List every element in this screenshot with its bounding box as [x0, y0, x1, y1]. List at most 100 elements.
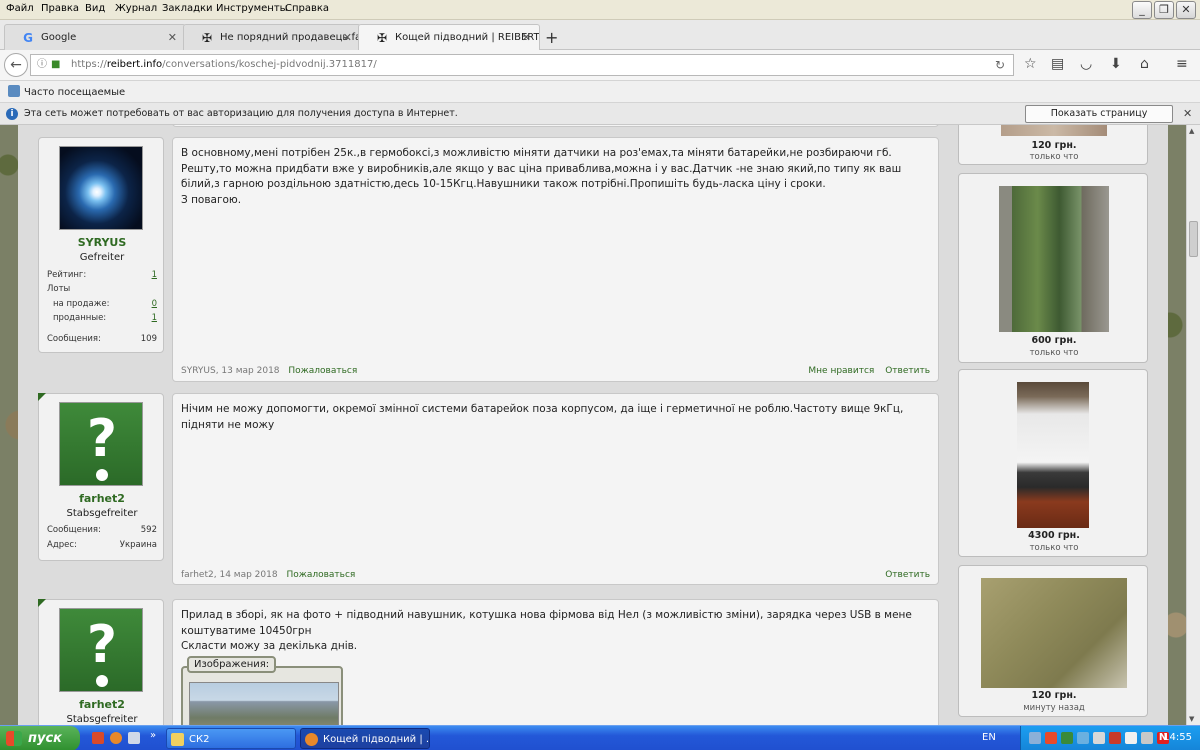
menu-file[interactable]: Файл — [6, 3, 34, 14]
sidebar-lot[interactable]: 600 грн. только что — [958, 173, 1148, 363]
reply-link[interactable]: Ответить — [885, 366, 930, 376]
menu-tools[interactable]: Инструменты — [216, 3, 288, 14]
lot-thumbnail[interactable] — [1017, 382, 1089, 528]
info-icon[interactable]: ⓘ — [37, 55, 47, 75]
attachment-thumbnail[interactable] — [189, 682, 339, 725]
message-text: В основному,мені потрібен 25к.,в гермобо… — [181, 147, 902, 206]
sidebar-lot[interactable]: 120 грн. минуту назад — [958, 565, 1148, 717]
firefox-icon[interactable] — [110, 732, 122, 744]
info-icon: i — [6, 108, 18, 120]
scroll-up-icon[interactable]: ▲ — [1189, 127, 1194, 135]
menu-history[interactable]: Журнал — [115, 3, 157, 14]
tray-icon[interactable] — [1109, 732, 1121, 744]
message-post: ? farhet2 Stabsgefreiter Прилад в зборі,… — [26, 597, 941, 725]
vertical-scrollbar[interactable]: ▲ ▼ — [1186, 125, 1200, 725]
lot-time: только что — [1029, 152, 1079, 162]
tray-icon[interactable] — [1141, 732, 1153, 744]
bookmark-most-visited[interactable]: Часто посещаемые — [8, 85, 125, 98]
download-icon[interactable]: ⬇ — [1110, 56, 1122, 72]
url-text: https://reibert.info/conversations/kosch… — [71, 59, 377, 70]
new-tab-icon[interactable]: + — [545, 28, 558, 47]
tray-icon[interactable] — [1061, 732, 1073, 744]
avatar[interactable] — [59, 146, 143, 230]
tab-label: Кощей підводний | REIBERT.... — [395, 32, 540, 43]
close-tab-icon[interactable]: ✕ — [168, 31, 177, 44]
start-button[interactable]: пуск — [0, 726, 80, 750]
post-date[interactable]: 13 мар 2018 — [221, 366, 279, 376]
attachments-label: Изображения: — [187, 656, 277, 673]
message-actions: Мне нравится Ответить — [800, 366, 930, 376]
scroll-down-icon[interactable]: ▼ — [1189, 715, 1194, 723]
report-link[interactable]: Пожаловаться — [288, 366, 357, 376]
tray-icon[interactable] — [1029, 732, 1041, 744]
close-tab-icon[interactable]: ✕ — [522, 31, 531, 44]
tab-label: Google — [41, 32, 77, 43]
address-bar[interactable]: ⓘ ■ https://reibert.info/conversations/k… — [30, 54, 1014, 76]
menu-view[interactable]: Вид — [85, 3, 105, 14]
lot-thumbnail[interactable] — [981, 578, 1127, 688]
default-avatar-icon[interactable]: ? — [59, 402, 143, 486]
menu-edit[interactable]: Правка — [41, 3, 79, 14]
clock[interactable]: 14:55 — [1163, 732, 1192, 743]
lot-time: только что — [1029, 348, 1079, 358]
show-login-page-button[interactable]: Показать страницу авторизации — [1025, 105, 1173, 135]
message-meta: farhet2, 14 мар 2018 Пожаловаться — [181, 570, 356, 580]
tray-icon[interactable] — [1045, 732, 1057, 744]
reload-icon[interactable]: ↻ — [995, 55, 1005, 75]
reading-list-icon[interactable]: ▤ — [1051, 56, 1064, 72]
star-icon[interactable]: ☆ — [1024, 56, 1037, 72]
home-icon[interactable]: ⌂ — [1140, 56, 1149, 72]
staff-corner-marker — [38, 599, 46, 607]
tab-label: Не порядний продавець far... — [220, 32, 361, 43]
lock-icon[interactable]: ■ — [51, 55, 60, 75]
sidebar-lot[interactable]: 4300 грн. только что — [958, 369, 1148, 557]
back-arrow-icon[interactable]: ← — [4, 53, 28, 77]
minimize-icon[interactable]: _ — [1132, 1, 1152, 19]
menu-help[interactable]: Справка — [285, 3, 329, 14]
google-icon: G — [23, 31, 33, 45]
tab-conversation[interactable]: ✠ Кощей підводний | REIBERT.... ✕ — [358, 24, 540, 51]
tab-seller[interactable]: ✠ Не порядний продавець far... ✕ — [183, 24, 361, 50]
taskbar-window-folder[interactable]: СК2 — [166, 728, 296, 749]
stat-lots: Лоты — [47, 284, 71, 294]
expand-icon[interactable]: » — [150, 730, 156, 741]
username[interactable]: SYRYUS — [39, 236, 165, 249]
stat-messages: Сообщения: 109 — [47, 334, 157, 344]
author-link[interactable]: SYRYUS — [181, 366, 216, 376]
quicklaunch-icon[interactable] — [92, 732, 104, 744]
user-card: ? farhet2 Stabsgefreiter — [38, 599, 164, 725]
language-indicator[interactable]: EN — [982, 732, 996, 743]
taskbar-window-firefox[interactable]: Кощей підводний | ... — [300, 728, 430, 749]
lot-thumbnail[interactable] — [1001, 125, 1107, 136]
tray-icon[interactable] — [1125, 732, 1137, 744]
tab-google[interactable]: G Google ✕ — [4, 24, 186, 50]
menu-hamburger-icon[interactable]: ≡ — [1176, 56, 1188, 72]
tray-icon[interactable] — [1093, 732, 1105, 744]
menu-bookmarks[interactable]: Закладки — [162, 3, 213, 14]
username[interactable]: farhet2 — [39, 698, 165, 711]
restore-icon[interactable]: ❐ — [1154, 1, 1174, 19]
iron-cross-icon: ✠ — [376, 31, 388, 45]
close-tab-icon[interactable]: ✕ — [343, 31, 352, 44]
author-link[interactable]: farhet2 — [181, 570, 214, 580]
lot-price: 600 грн. — [1031, 335, 1077, 346]
report-link[interactable]: Пожаловаться — [286, 570, 355, 580]
message-body: В основному,мені потрібен 25к.,в гермобо… — [172, 137, 939, 382]
lot-price: 120 грн. — [1031, 140, 1077, 151]
close-window-icon[interactable]: ✕ — [1176, 1, 1196, 19]
lot-thumbnail[interactable] — [999, 186, 1109, 332]
close-icon[interactable]: ✕ — [1183, 107, 1192, 120]
post-date[interactable]: 14 мар 2018 — [219, 570, 277, 580]
username[interactable]: farhet2 — [39, 492, 165, 505]
reply-link[interactable]: Ответить — [885, 570, 930, 580]
quicklaunch-icon[interactable] — [128, 732, 140, 744]
scroll-thumb[interactable] — [1189, 221, 1198, 257]
default-avatar-icon[interactable]: ? — [59, 608, 143, 692]
like-link[interactable]: Мне нравится — [808, 366, 874, 376]
sidebar-lot[interactable]: 120 грн. только что — [958, 125, 1148, 165]
pocket-icon[interactable]: ◡ — [1080, 56, 1092, 72]
window-controls: _ ❐ ✕ — [1132, 1, 1196, 19]
tray-icon[interactable] — [1077, 732, 1089, 744]
windows-logo-icon — [6, 731, 22, 746]
message-post: SYRYUS Gefreiter Рейтинг: 1 Лоты на прода… — [26, 135, 941, 385]
